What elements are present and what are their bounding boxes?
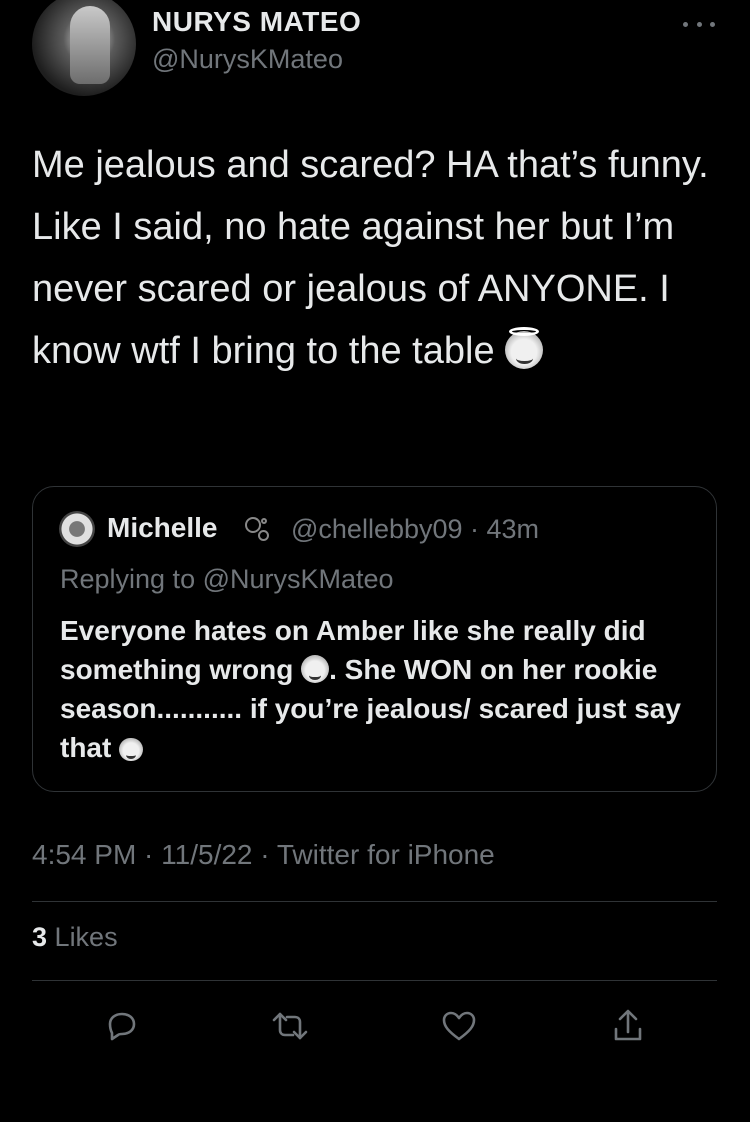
person-shrugging-icon <box>119 737 143 762</box>
author-display-name[interactable]: NURYS MATEO <box>152 6 361 38</box>
retweet-icon[interactable] <box>270 1006 310 1046</box>
author-handle[interactable]: @NurysKMateo <box>152 44 343 75</box>
reply-icon[interactable] <box>102 1006 142 1046</box>
tweet-text: Me jealous and scared? HA that’s funny. … <box>32 134 722 382</box>
tweet-body: Me jealous and scared? HA that’s funny. … <box>32 144 709 372</box>
quoted-text: Everyone hates on Amber like she really … <box>60 611 700 767</box>
divider <box>32 901 717 902</box>
quoted-handle-time[interactable]: @chellebby09 · 43m <box>291 514 539 545</box>
tweet-timestamp[interactable]: 4:54 PM · 11/5/22 · Twitter for iPhone <box>32 839 495 871</box>
replying-to[interactable]: Replying to @NurysKMateo <box>60 564 394 595</box>
likes-count[interactable]: 3 Likes <box>32 922 118 953</box>
divider <box>32 980 717 981</box>
more-options-icon[interactable] <box>683 20 715 28</box>
quoted-author-avatar[interactable] <box>59 511 95 547</box>
smiling-face-with-halo-icon <box>505 327 544 370</box>
clown-face-icon <box>301 655 330 684</box>
quoted-author-name[interactable]: Michelle <box>107 512 217 544</box>
likes-number: 3 <box>32 922 48 952</box>
circles-icon <box>245 517 271 543</box>
quoted-tweet[interactable]: Michelle @chellebby09 · 43m Replying to … <box>32 486 717 792</box>
author-avatar[interactable] <box>32 0 136 96</box>
share-icon[interactable] <box>608 1006 648 1046</box>
likes-label: Likes <box>54 922 118 952</box>
like-icon[interactable] <box>439 1006 479 1046</box>
